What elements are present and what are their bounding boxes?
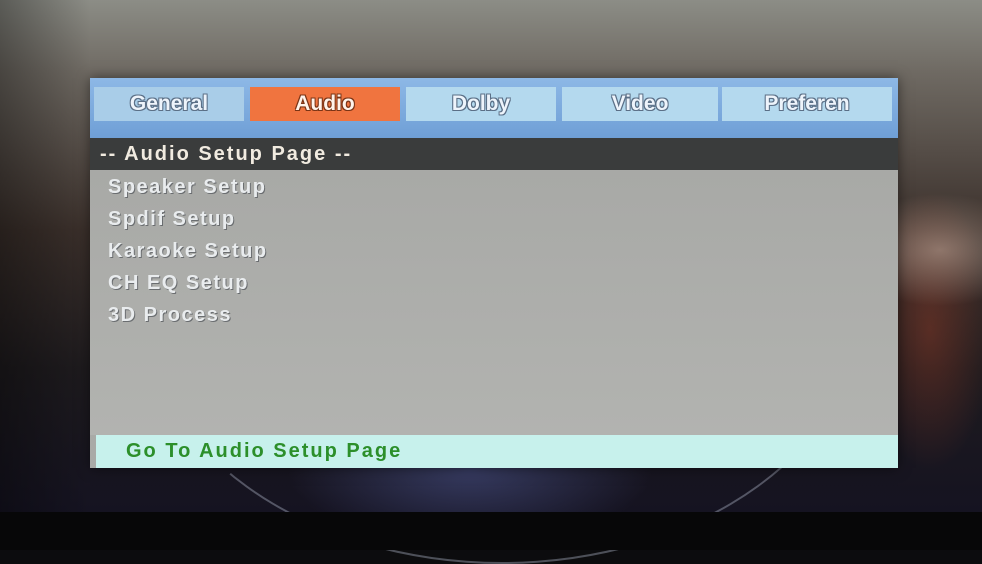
tab-bar: General Audio Dolby Video Preferen	[90, 78, 898, 138]
setup-menu-panel: General Audio Dolby Video Preferen -- Au…	[90, 78, 898, 468]
tab-dolby[interactable]: Dolby	[406, 87, 556, 121]
tab-audio[interactable]: Audio	[250, 87, 400, 121]
status-text: Go To Audio Setup Page	[126, 440, 403, 462]
menu-item-spdif-setup[interactable]: Spdif Setup	[108, 204, 236, 234]
page-title: -- Audio Setup Page --	[90, 138, 898, 170]
tab-video[interactable]: Video	[562, 87, 718, 121]
screen-bottom-bezel	[0, 512, 982, 550]
tab-general[interactable]: General	[94, 87, 244, 121]
status-bar: Go To Audio Setup Page	[96, 435, 898, 468]
menu-list: Speaker Setup Spdif Setup Karaoke Setup …	[90, 170, 898, 435]
menu-item-ch-eq-setup[interactable]: CH EQ Setup	[108, 268, 249, 298]
background-shadow	[0, 0, 90, 512]
menu-item-speaker-setup[interactable]: Speaker Setup	[108, 172, 266, 202]
tab-preferences[interactable]: Preferen	[722, 87, 892, 121]
menu-item-karaoke-setup[interactable]: Karaoke Setup	[108, 236, 268, 266]
menu-item-3d-process[interactable]: 3D Process	[108, 300, 232, 330]
